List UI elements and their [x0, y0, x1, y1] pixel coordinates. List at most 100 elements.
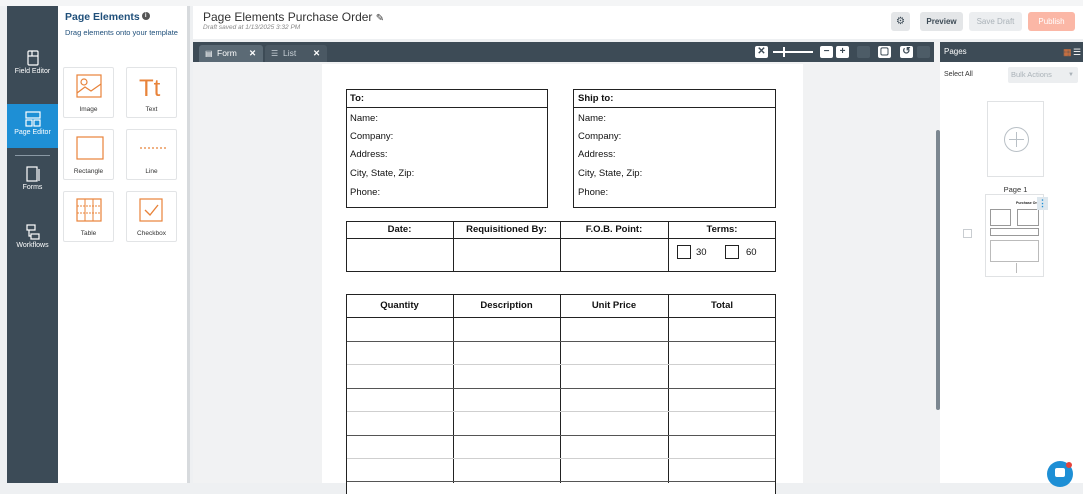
image-icon	[76, 74, 102, 98]
nav-field-editor-label: Field Editor	[14, 68, 51, 75]
pages-panel: Pages ▦ ☰ Select All Bulk Actions ▼ Page…	[940, 42, 1083, 483]
to-title: To:	[350, 93, 365, 104]
element-table-tile[interactable]: Table	[63, 191, 114, 242]
ship-company-label: Company:	[578, 131, 622, 142]
paste-icon[interactable]: ▢	[878, 46, 891, 58]
zoom-slider[interactable]	[773, 47, 813, 57]
table-row	[347, 435, 775, 436]
terms-60-checkbox[interactable]	[725, 245, 739, 259]
nav-workflows[interactable]: Workflows	[7, 224, 58, 262]
thumb-box	[1016, 263, 1028, 273]
chat-support-button[interactable]	[1047, 461, 1073, 487]
list-view-icon[interactable]: ☰	[1073, 42, 1081, 62]
fit-icon[interactable]: ✕	[755, 46, 768, 58]
terms-60-label: 60	[746, 247, 757, 258]
zoom-out-button[interactable]: −	[820, 46, 833, 58]
form-tab-icon: ▤	[205, 49, 213, 58]
close-icon[interactable]: ✕	[313, 45, 320, 62]
nav-forms[interactable]: Forms	[7, 166, 58, 204]
redo-icon[interactable]	[917, 46, 930, 58]
chat-icon	[1055, 468, 1065, 477]
quantity-header: Quantity	[380, 300, 419, 311]
rectangle-icon	[76, 136, 104, 160]
to-company-label: Company:	[350, 131, 394, 142]
pages-header: Pages ▦ ☰	[940, 42, 1083, 62]
page-menu-button[interactable]: ⋮	[1037, 197, 1048, 210]
thumb-box	[1017, 209, 1039, 226]
document-title[interactable]: Page Elements Purchase Order ✎	[203, 10, 384, 24]
copy-icon[interactable]	[857, 46, 870, 58]
bulk-actions-dropdown[interactable]: Bulk Actions ▼	[1008, 67, 1078, 83]
table-row	[347, 411, 775, 412]
tile-label: Checkbox	[137, 230, 166, 237]
grid-view-icon[interactable]: ▦	[1063, 42, 1072, 62]
select-all-label[interactable]: Select All	[944, 71, 973, 78]
terms-30-checkbox[interactable]	[677, 245, 691, 259]
items-table[interactable]	[346, 294, 776, 494]
page-editor-icon	[24, 111, 41, 127]
divider	[346, 238, 776, 239]
thumb-box	[990, 240, 1039, 262]
zoom-in-button[interactable]: +	[836, 46, 849, 58]
element-rectangle-tile[interactable]: Rectangle	[63, 129, 114, 180]
page-select-checkbox[interactable]	[963, 229, 972, 238]
pencil-icon[interactable]: ✎	[376, 13, 384, 24]
to-phone-label: Phone:	[350, 187, 381, 198]
preview-button[interactable]: Preview	[920, 12, 963, 31]
ship-name-label: Name:	[578, 113, 606, 124]
draft-status: Draft saved at 1/13/2025 3:32 PM	[203, 24, 301, 31]
close-icon[interactable]: ✕	[249, 45, 256, 62]
nav-forms-label: Forms	[22, 184, 43, 191]
tab-form[interactable]: ▤ Form ✕	[199, 45, 263, 62]
list-tab-icon: ☰	[271, 49, 279, 58]
to-city-label: City, State, Zip:	[350, 168, 415, 179]
unit-price-header: Unit Price	[591, 300, 637, 311]
nav-divider	[15, 155, 50, 156]
tile-label: Image	[79, 106, 98, 113]
date-header: Date:	[387, 224, 412, 235]
checkbox-icon	[139, 198, 163, 222]
divider	[346, 107, 548, 108]
tile-label: Table	[80, 230, 97, 237]
tile-label: Line	[145, 168, 158, 175]
add-page-card[interactable]	[987, 101, 1044, 177]
fob-point-header: F.O.B. Point:	[585, 224, 643, 235]
page-elements-title: Page Elements i	[65, 11, 150, 23]
thumb-box	[990, 228, 1039, 236]
table-row	[347, 364, 775, 365]
terms-30-label: 30	[696, 247, 707, 258]
page-elements-subtitle: Drag elements onto your template	[65, 28, 178, 37]
nav-page-editor[interactable]: Page Editor	[7, 104, 58, 148]
tab-list[interactable]: ☰ List ✕	[265, 45, 327, 62]
divider	[346, 317, 776, 318]
element-checkbox-tile[interactable]: Checkbox	[126, 191, 177, 242]
table-row	[347, 481, 775, 482]
publish-button[interactable]: Publish	[1028, 12, 1075, 31]
undo-icon[interactable]: ↺	[900, 46, 913, 58]
nav-page-editor-label: Page Editor	[14, 129, 51, 136]
description-header: Description	[480, 300, 533, 311]
table-row	[347, 341, 775, 342]
page-thumbnail[interactable]: Purchase Order	[985, 194, 1044, 277]
element-text-tile[interactable]: Tt Text	[126, 67, 177, 118]
total-header: Total	[711, 300, 733, 311]
editor-header: Page Elements Purchase Order ✎ Draft sav…	[193, 6, 1083, 39]
nav-field-editor[interactable]: Field Editor	[7, 46, 58, 84]
table-row	[347, 388, 775, 389]
page-elements-panel: Page Elements i Drag elements onto your t…	[58, 6, 190, 483]
element-image-tile[interactable]: Image	[63, 67, 114, 118]
save-draft-button[interactable]: Save Draft	[969, 12, 1022, 31]
thumb-box	[990, 209, 1011, 226]
chevron-down-icon: ▼	[1068, 72, 1074, 78]
nav-workflows-label: Workflows	[16, 242, 49, 249]
settings-gear-icon[interactable]: ⚙	[891, 12, 910, 31]
ship-city-label: City, State, Zip:	[578, 168, 643, 179]
to-address-label: Address:	[350, 149, 388, 160]
to-name-label: Name:	[350, 113, 378, 124]
zoom-slider-handle[interactable]	[783, 47, 785, 57]
element-line-tile[interactable]: Line	[126, 129, 177, 180]
table-icon	[76, 198, 102, 222]
page-label: Page 1	[1003, 185, 1028, 194]
info-icon[interactable]: i	[141, 12, 150, 20]
ship-address-label: Address:	[578, 149, 616, 160]
